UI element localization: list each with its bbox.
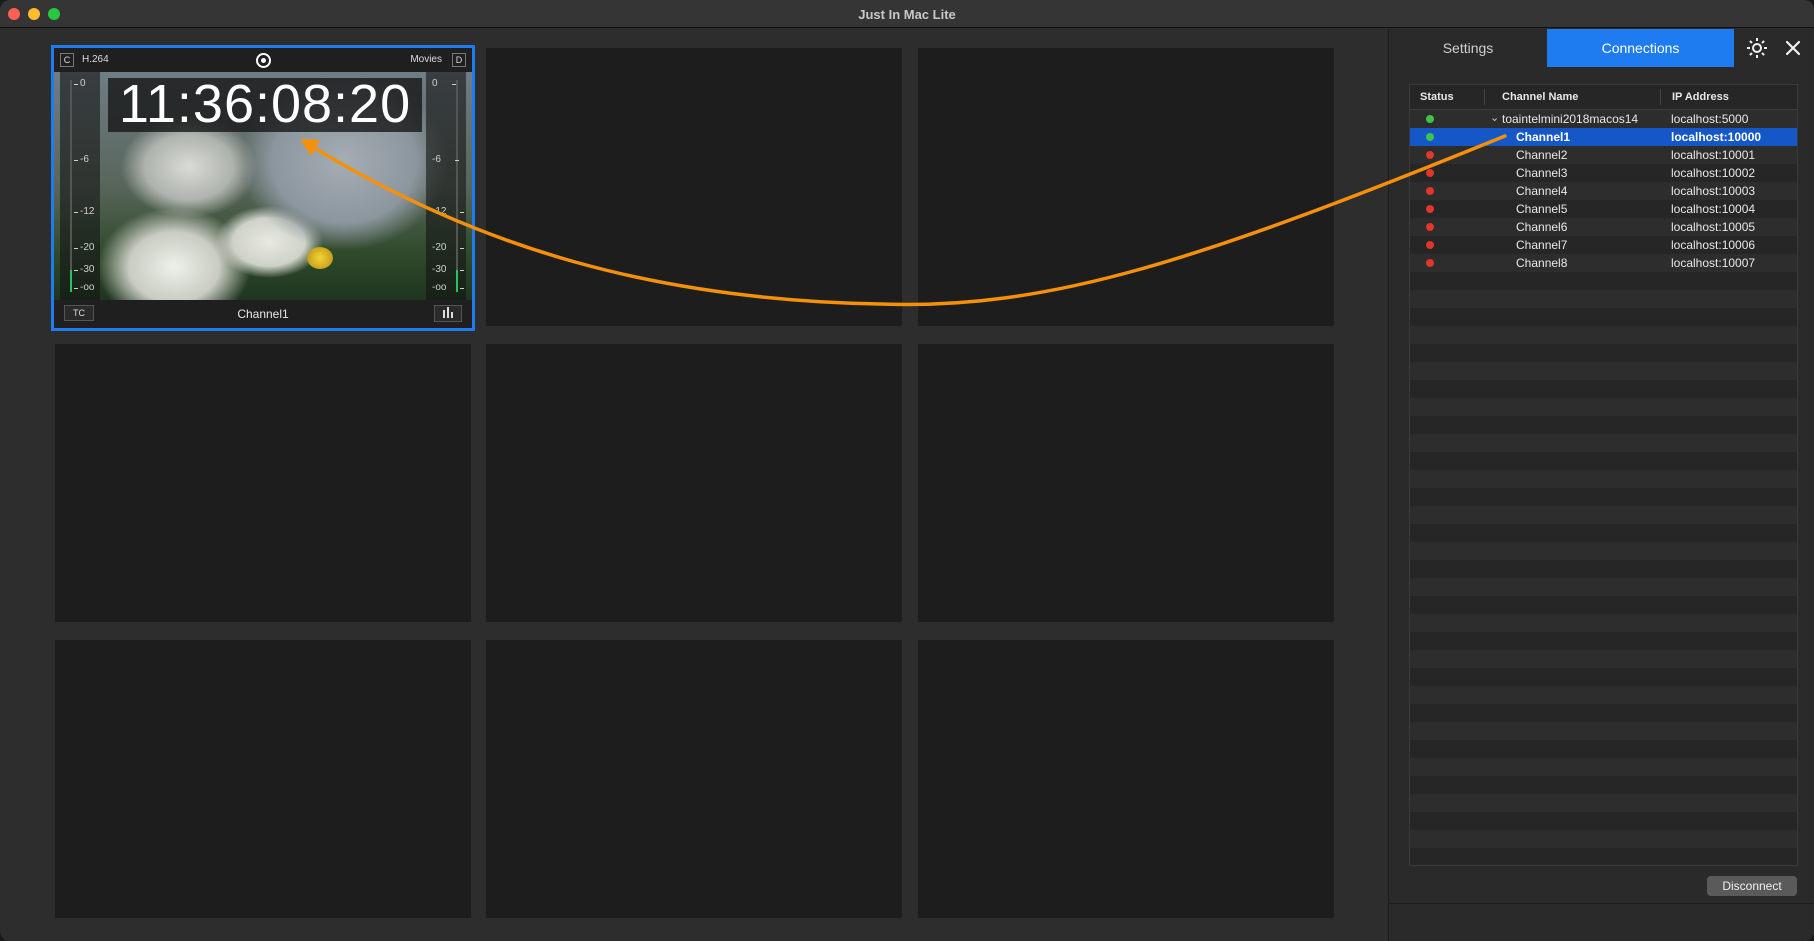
audio-meter-right: 0 -6 -12 -20 -30 -oo	[426, 72, 466, 300]
meter-tick: -oo	[432, 282, 466, 293]
column-header-ip-address[interactable]: IP Address	[1672, 91, 1729, 103]
table-row[interactable]: Channel1 localhost:10000	[1410, 128, 1797, 146]
codec-label: H.264	[82, 54, 109, 65]
empty-channel-slot[interactable]	[918, 48, 1334, 326]
side-panel: Settings Connections Status Channel Name…	[1388, 29, 1814, 941]
connections-table: Status Channel Name IP Address ⌄ toaintel…	[1409, 84, 1798, 866]
empty-channel-slot[interactable]	[55, 640, 471, 918]
table-row[interactable]: Channel4 localhost:10003	[1410, 182, 1797, 200]
window-title: Just In Mac Lite	[858, 7, 956, 22]
status-indicator	[1426, 115, 1434, 123]
video-frame: 0 -6 -12 -20 -30 -oo 11:36:08:20 0 -6 -1…	[54, 72, 472, 300]
panel-tabs: Settings Connections	[1389, 29, 1814, 67]
tab-connections[interactable]: Connections	[1547, 29, 1734, 67]
disconnect-button[interactable]: Disconnect	[1707, 876, 1797, 896]
gear-icon[interactable]	[1745, 36, 1769, 60]
column-divider[interactable]	[1484, 89, 1485, 105]
status-indicator	[1426, 241, 1434, 249]
status-indicator	[1426, 187, 1434, 195]
table-row[interactable]: Channel8 localhost:10007	[1410, 254, 1797, 272]
preview-footer: TC Channel1	[54, 300, 472, 328]
meter-tick: -oo	[73, 282, 95, 293]
meter-tick: -6	[432, 154, 459, 165]
table-body: ⌄ toaintelmini2018macos14 localhost:5000 Ch…	[1410, 110, 1797, 865]
channel-preview-tile[interactable]: C H.264 Movies D 0 -6 -12 -20 -30 -oo 11…	[51, 45, 475, 331]
status-indicator	[1426, 151, 1434, 159]
ip-address-cell: localhost:10001	[1671, 148, 1756, 162]
table-row[interactable]: Channel3 localhost:10002	[1410, 164, 1797, 182]
ip-address-cell: localhost:10002	[1671, 166, 1756, 180]
channel-name-cell: Channel2	[1516, 148, 1568, 162]
audio-meter-left: 0 -6 -12 -20 -30 -oo	[60, 72, 100, 300]
chevron-down-icon[interactable]: ⌄	[1490, 111, 1499, 124]
meter-tick: -30	[73, 264, 95, 275]
status-indicator	[1426, 169, 1434, 177]
ip-address-cell: localhost:10004	[1671, 202, 1756, 216]
preview-header: C H.264 Movies D	[54, 48, 472, 72]
meter-tick: 0	[432, 78, 454, 89]
table-row[interactable]: Channel5 localhost:10004	[1410, 200, 1797, 218]
app-window: Just In Mac Lite C H.264 Movies D 0 -6 -…	[0, 0, 1814, 941]
channel-name-cell: toaintelmini2018macos14	[1502, 112, 1639, 126]
meter-tick: -6	[74, 154, 89, 165]
empty-channel-slot[interactable]	[55, 344, 471, 622]
ip-address-cell: localhost:5000	[1671, 112, 1749, 126]
table-row[interactable]: ⌄ toaintelmini2018macos14 localhost:5000	[1410, 110, 1797, 128]
channel-name-cell: Channel5	[1516, 202, 1568, 216]
meter-level	[70, 270, 72, 292]
channel-name-cell: Channel6	[1516, 220, 1568, 234]
tab-settings[interactable]: Settings	[1389, 29, 1547, 67]
meter-tick: 0	[74, 78, 86, 89]
empty-channel-slot[interactable]	[486, 640, 902, 918]
status-indicator	[1426, 133, 1434, 141]
ip-address-cell: localhost:10003	[1671, 184, 1756, 198]
column-header-channel-name[interactable]: Channel Name	[1502, 91, 1578, 103]
meter-tick: -20	[432, 242, 466, 253]
meter-tick: -30	[432, 264, 466, 275]
ip-address-cell: localhost:10007	[1671, 256, 1756, 270]
status-indicator	[1426, 259, 1434, 267]
timecode-display: 11:36:08:20	[118, 74, 412, 134]
table-row[interactable]: Channel2 localhost:10001	[1410, 146, 1797, 164]
panel-divider	[1389, 903, 1814, 904]
meter-level	[456, 270, 458, 292]
status-indicator	[1426, 223, 1434, 231]
empty-channel-slot[interactable]	[918, 344, 1334, 622]
title-bar: Just In Mac Lite	[0, 0, 1814, 28]
meter-tick: -12	[73, 206, 95, 217]
column-divider[interactable]	[1660, 89, 1661, 105]
empty-channel-slot[interactable]	[486, 48, 902, 326]
close-icon[interactable]	[1782, 37, 1804, 59]
channel-name-cell: Channel7	[1516, 238, 1568, 252]
table-row[interactable]: Channel6 localhost:10005	[1410, 218, 1797, 236]
video-content	[307, 247, 333, 269]
table-row[interactable]: Channel7 localhost:10006	[1410, 236, 1797, 254]
level-meter-icon[interactable]	[434, 305, 462, 322]
meter-tick: -12	[432, 206, 466, 217]
ip-address-cell: localhost:10000	[1671, 130, 1762, 144]
table-header: Status Channel Name IP Address	[1410, 85, 1797, 110]
meter-tick: -20	[73, 242, 95, 253]
channel-name-cell: Channel3	[1516, 166, 1568, 180]
empty-channel-slot[interactable]	[486, 344, 902, 622]
preview-right-badge[interactable]: D	[452, 53, 466, 67]
preview-left-badge[interactable]: C	[60, 53, 74, 67]
ip-address-cell: localhost:10005	[1671, 220, 1756, 234]
preview-channel-name: Channel1	[237, 307, 289, 321]
channel-name-cell: Channel1	[1516, 130, 1571, 144]
record-icon[interactable]	[256, 53, 271, 68]
meter-track	[456, 80, 458, 292]
meter-track	[70, 80, 72, 292]
status-indicator	[1426, 205, 1434, 213]
ip-address-cell: localhost:10006	[1671, 238, 1756, 252]
destination-label: Movies	[410, 54, 442, 65]
channel-name-cell: Channel4	[1516, 184, 1568, 198]
empty-channel-slot[interactable]	[918, 640, 1334, 918]
column-header-status[interactable]: Status	[1420, 91, 1454, 103]
channel-name-cell: Channel8	[1516, 256, 1568, 270]
